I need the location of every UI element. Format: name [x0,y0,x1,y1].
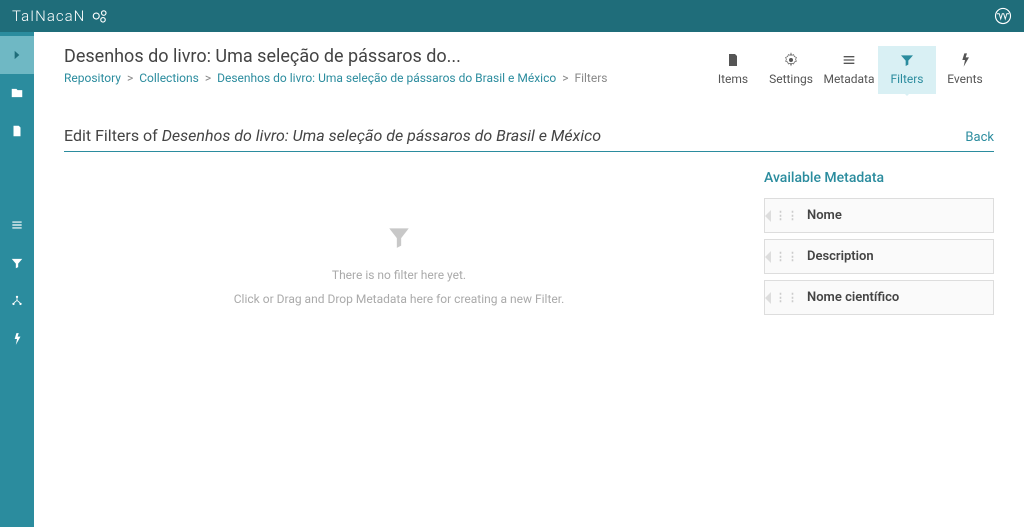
sidebar-items-icon[interactable] [0,112,34,150]
section-header: Edit Filters of Desenhos do livro: Uma s… [64,126,994,152]
sidebar-collections-icon[interactable] [0,74,34,112]
metadata-item-label: Nome científico [807,290,899,305]
wordpress-icon[interactable] [994,7,1012,25]
top-bar: TaINacaN [0,0,1024,32]
tab-settings[interactable]: Settings [762,46,820,94]
tab-items[interactable]: Items [704,46,762,94]
sidebar-events-icon[interactable] [0,320,34,358]
brand-logo-icon [91,7,109,25]
metadata-item-label: Nome [807,208,842,223]
filters-dropzone[interactable]: There is no filter here yet. Click or Dr… [64,170,734,321]
tab-events[interactable]: Events [936,46,994,94]
brand: TaINacaN [12,7,109,25]
back-link[interactable]: Back [965,130,994,145]
tabs: Items Settings Metadata Filters Events [704,46,994,94]
metadata-item[interactable]: ⋮⋮ Nome [764,198,994,233]
funnel-icon [386,224,412,250]
sidebar-collapse-button[interactable] [0,36,34,74]
tab-label: Events [947,72,983,86]
sidebar-list-icon[interactable] [0,206,34,244]
header-card: Desenhos do livro: Uma seleção de pássar… [34,32,1024,104]
grip-icon: ⋮⋮ [775,209,799,222]
main: Desenhos do livro: Uma seleção de pássar… [34,32,1024,527]
grip-icon: ⋮⋮ [775,250,799,263]
dropzone-text-1: There is no filter here yet. [332,268,466,282]
sidebar-filter-icon[interactable] [0,244,34,282]
metadata-item[interactable]: ⋮⋮ Description [764,239,994,274]
available-metadata-title: Available Metadata [764,170,994,186]
content-card: Edit Filters of Desenhos do livro: Uma s… [34,104,1024,527]
available-metadata-panel: Available Metadata ⋮⋮ Nome ⋮⋮ Descriptio… [764,170,994,321]
breadcrumb: Repository > Collections > Desenhos do l… [64,71,704,85]
breadcrumb-repository[interactable]: Repository [64,71,121,85]
grip-icon: ⋮⋮ [775,291,799,304]
bolt-icon [957,52,973,68]
list-icon [841,52,857,68]
tab-filters[interactable]: Filters [878,46,936,94]
page-title: Desenhos do livro: Uma seleção de pássar… [64,46,704,67]
breadcrumb-collections[interactable]: Collections [139,71,199,85]
gear-icon [783,52,799,68]
tab-label: Filters [890,72,923,86]
sidebar [0,32,34,527]
section-title: Edit Filters of Desenhos do livro: Uma s… [64,126,601,145]
breadcrumb-collection[interactable]: Desenhos do livro: Uma seleção de pássar… [217,71,556,85]
tab-label: Metadata [823,72,874,86]
metadata-item[interactable]: ⋮⋮ Nome científico [764,280,994,315]
file-icon [725,52,741,68]
breadcrumb-current: Filters [574,71,607,85]
funnel-icon [899,52,915,68]
tab-label: Settings [769,72,813,86]
tab-label: Items [718,72,748,86]
sidebar-taxonomies-icon[interactable] [0,282,34,320]
brand-text: TaINacaN [12,7,85,25]
dropzone-text-2: Click or Drag and Drop Metadata here for… [234,292,565,306]
tab-metadata[interactable]: Metadata [820,46,878,94]
metadata-item-label: Description [807,249,874,264]
